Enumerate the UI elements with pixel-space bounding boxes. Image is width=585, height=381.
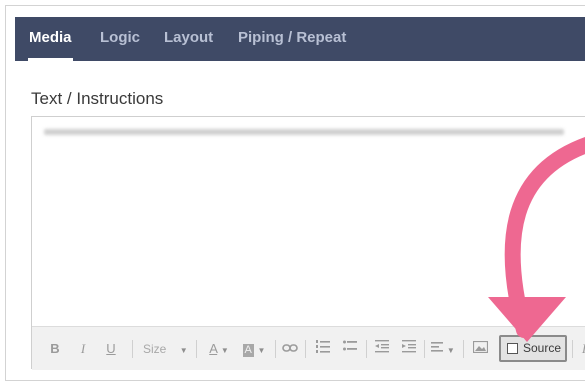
- indent-button[interactable]: [400, 338, 418, 360]
- font-size-select[interactable]: Size ▼: [143, 338, 193, 360]
- tab-media[interactable]: Media: [28, 17, 73, 61]
- source-button[interactable]: Source: [499, 335, 567, 362]
- toolbar-separator: [305, 340, 306, 358]
- italic-button[interactable]: I: [74, 338, 92, 360]
- numbered-list-icon: [316, 340, 330, 353]
- chevron-down-icon: ▼: [257, 346, 266, 355]
- toolbar-separator: [424, 340, 425, 358]
- tab-layout[interactable]: Layout: [164, 17, 213, 61]
- toolbar-separator: [196, 340, 197, 358]
- toolbar-separator: [132, 340, 133, 358]
- toolbar-separator: [463, 340, 464, 358]
- toolbar-separator: [572, 340, 573, 358]
- background-color-icon: A: [242, 344, 254, 357]
- toolbar-separator: [366, 340, 367, 358]
- source-icon: [507, 343, 518, 354]
- background-color-button[interactable]: A ▼: [239, 338, 269, 360]
- chevron-down-icon: ▼: [446, 346, 455, 355]
- bold-button[interactable]: B: [46, 338, 64, 360]
- outdent-button[interactable]: [373, 338, 391, 360]
- editor-toolbar: B I U Size ▼ A ▼ A ▼ ▼ Source: [32, 326, 585, 370]
- editor-text-area[interactable]: [32, 117, 585, 326]
- insert-image-button[interactable]: [470, 338, 490, 360]
- align-icon: [431, 342, 444, 352]
- tab-piping-repeat[interactable]: Piping / Repeat: [238, 17, 346, 61]
- image-icon: [472, 340, 488, 354]
- source-label: Source: [523, 341, 562, 355]
- tab-bar: Media Logic Layout Piping / Repeat: [15, 17, 585, 61]
- rich-text-editor: B I U Size ▼ A ▼ A ▼ ▼ Source: [31, 116, 585, 370]
- numbered-list-button[interactable]: [314, 338, 332, 360]
- chevron-down-icon: ▼: [179, 346, 188, 355]
- bulleted-list-button[interactable]: [341, 338, 359, 360]
- text-color-button[interactable]: A ▼: [204, 338, 234, 360]
- underline-button[interactable]: U: [102, 338, 120, 360]
- tab-logic[interactable]: Logic: [100, 17, 140, 61]
- indent-icon: [402, 340, 416, 353]
- link-icon: [282, 344, 298, 352]
- text-instructions-label: Text / Instructions: [31, 89, 164, 108]
- bulleted-list-icon: [343, 340, 357, 351]
- outdent-icon: [375, 340, 389, 353]
- text-color-icon: A: [209, 341, 218, 356]
- font-size-label: Size: [143, 342, 167, 356]
- remove-format-button[interactable]: I: [578, 338, 585, 360]
- align-button[interactable]: ▼: [430, 338, 456, 360]
- toolbar-separator: [275, 340, 276, 358]
- link-button[interactable]: [281, 338, 299, 360]
- chevron-down-icon: ▼: [220, 346, 229, 355]
